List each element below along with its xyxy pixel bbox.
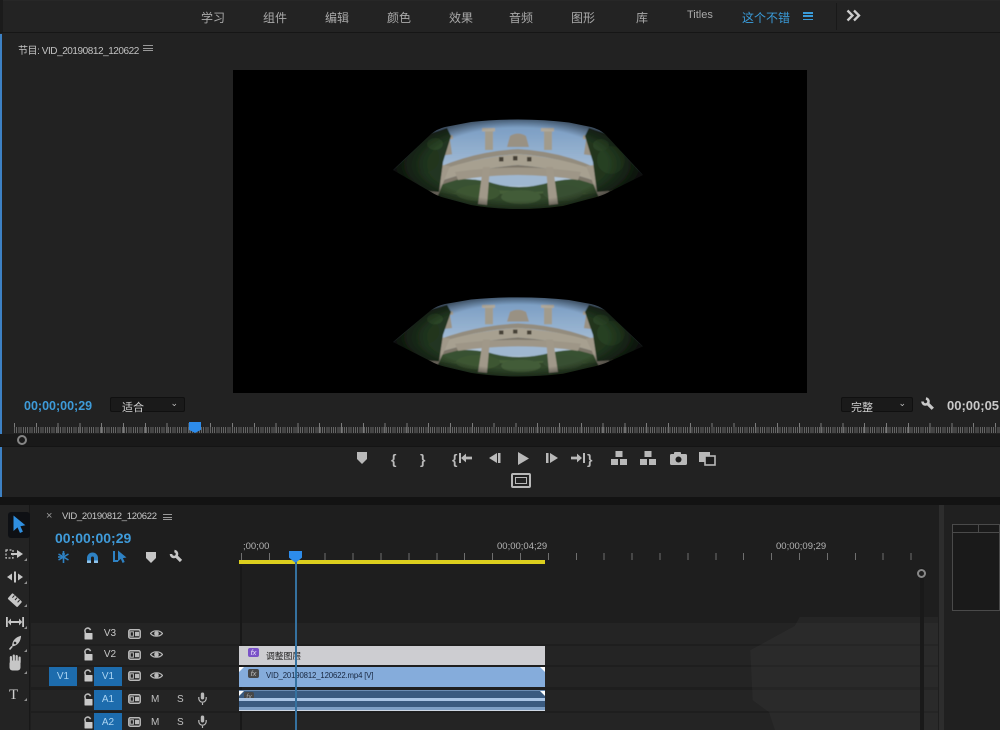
svg-text:{: {	[452, 451, 458, 467]
svg-text:T: T	[9, 687, 18, 703]
svg-text:{: {	[391, 451, 397, 467]
svg-text:}: }	[587, 451, 593, 467]
svg-text:}: }	[420, 451, 426, 467]
